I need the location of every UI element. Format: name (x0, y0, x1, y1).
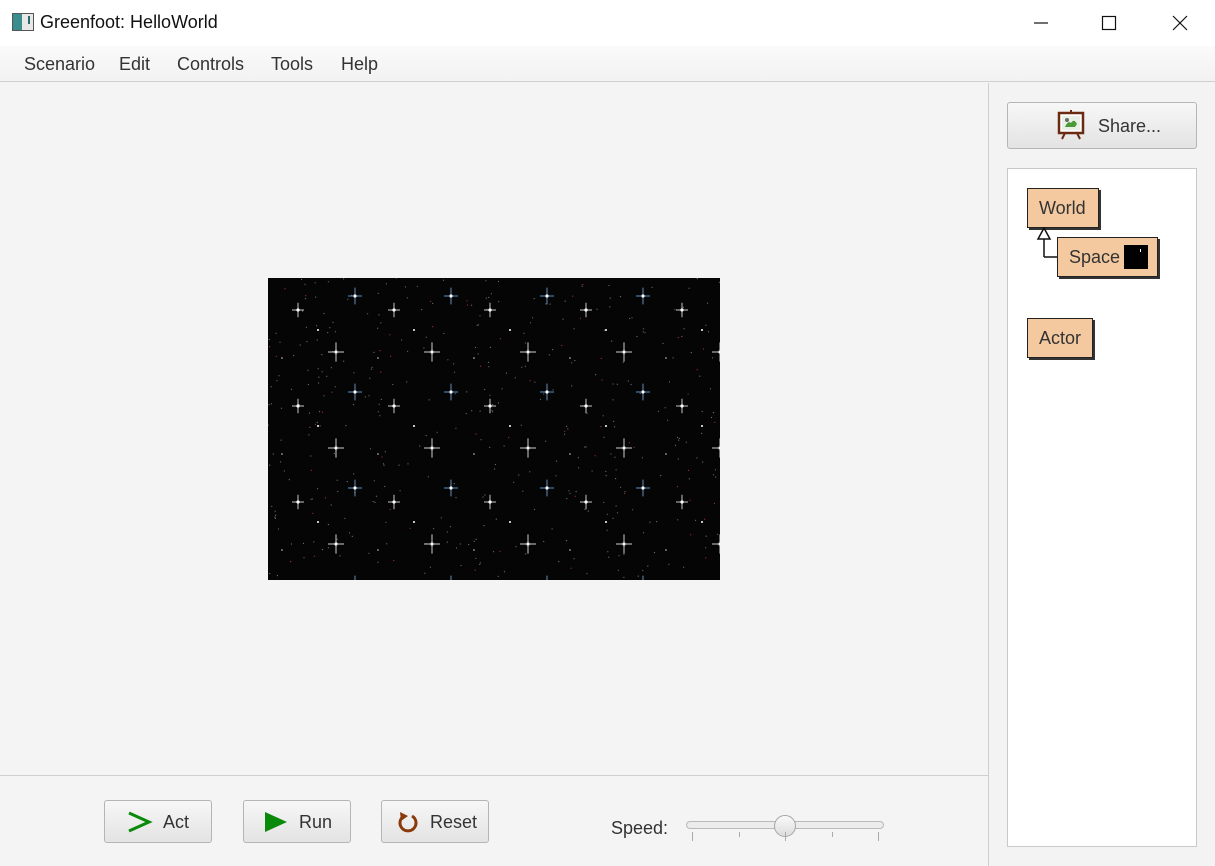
speed-tick (738, 832, 740, 837)
space-thumbnail (1124, 245, 1148, 269)
menu-controls[interactable]: Controls (177, 54, 244, 75)
panel-divider (988, 83, 989, 866)
minimize-button[interactable] (1006, 0, 1076, 46)
act-button[interactable]: Act (104, 800, 212, 843)
reset-icon (398, 812, 418, 833)
close-icon (1172, 15, 1188, 31)
easel-picture-icon (1057, 110, 1085, 140)
menu-help[interactable]: Help (341, 54, 378, 75)
menu-edit[interactable]: Edit (119, 54, 150, 75)
run-button[interactable]: Run (243, 800, 351, 843)
world-area (0, 83, 988, 775)
act-label: Act (163, 812, 190, 832)
maximize-icon (1101, 15, 1117, 31)
menu-scenario[interactable]: Scenario (24, 54, 95, 75)
act-icon (128, 811, 153, 833)
speed-tick (785, 832, 786, 841)
reset-label: Reset (430, 812, 478, 832)
minimize-icon (1034, 22, 1048, 24)
speed-tick (878, 832, 879, 841)
speed-label: Speed: (611, 818, 669, 838)
speed-slider[interactable] (686, 815, 884, 845)
share-button[interactable]: Share... (1007, 102, 1197, 149)
class-space[interactable]: Space (1057, 237, 1158, 277)
starfield-background (268, 278, 720, 580)
class-diagram-panel: World Space Actor (1007, 168, 1197, 847)
window-title: Greenfoot: HelloWorld (40, 12, 218, 32)
class-actor-label: Actor (1039, 327, 1082, 348)
menu-tools[interactable]: Tools (271, 54, 313, 75)
menu-bar: Scenario Edit Controls Tools Help (0, 46, 1215, 82)
greenfoot-app-icon (12, 13, 34, 31)
class-space-label: Space (1069, 246, 1121, 267)
reset-button[interactable]: Reset (381, 800, 489, 843)
run-label: Run (299, 812, 333, 832)
speed-tick (692, 832, 693, 841)
class-world-label: World (1039, 197, 1086, 218)
play-icon (265, 812, 287, 832)
world-canvas[interactable] (268, 278, 720, 580)
maximize-button[interactable] (1074, 0, 1144, 46)
title-bar: Greenfoot: HelloWorld (0, 0, 1215, 46)
share-label: Share... (1098, 116, 1162, 136)
class-actor[interactable]: Actor (1027, 318, 1093, 358)
class-world[interactable]: World (1027, 188, 1099, 228)
speed-tick (831, 832, 833, 837)
close-button[interactable] (1145, 0, 1215, 46)
